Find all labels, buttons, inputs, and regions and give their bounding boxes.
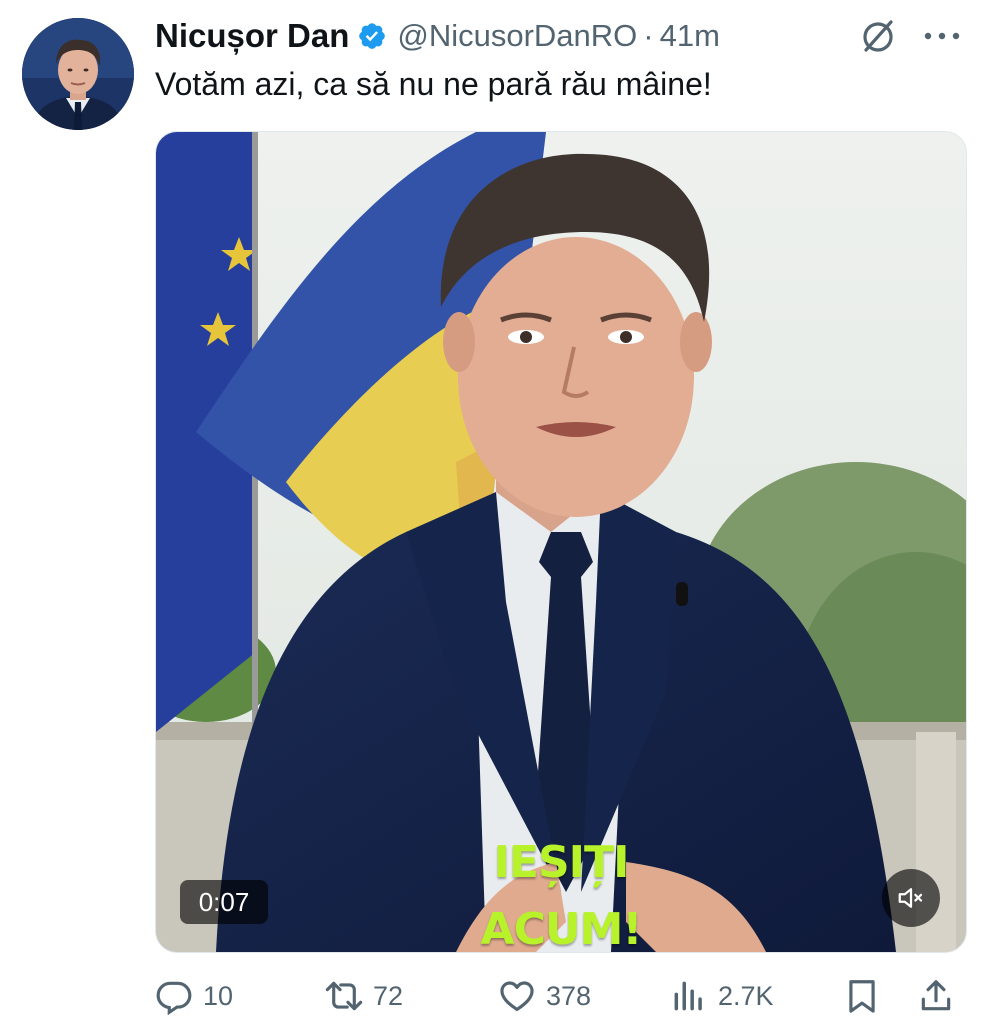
separator-dot: ·: [643, 18, 654, 53]
reply-icon: [156, 981, 192, 1015]
tweet-text: Votăm azi, ca să nu ne pară rău mâine!: [155, 66, 712, 102]
video-player[interactable]: IEȘIȚI ACUM! 0:07: [155, 131, 967, 953]
author-avatar[interactable]: [22, 18, 134, 130]
views-count: 2.7K: [718, 980, 774, 1011]
views-button[interactable]: 2.7K: [670, 972, 774, 1020]
share-button[interactable]: [917, 972, 965, 1020]
reply-button[interactable]: 10: [155, 972, 233, 1020]
reply-count: 10: [203, 980, 234, 1011]
like-button[interactable]: 378: [498, 972, 591, 1020]
verified-badge-icon[interactable]: [357, 21, 387, 51]
share-icon: [921, 980, 951, 1011]
repost-icon: [325, 981, 363, 1011]
video-caption-line1: IEȘIȚI: [493, 837, 630, 888]
like-count: 378: [546, 980, 592, 1011]
speaker-muted-icon: [898, 888, 923, 908]
author-name[interactable]: Nicușor Dan: [155, 17, 349, 55]
views-chart-icon: [674, 981, 702, 1011]
mute-toggle-button[interactable]: [882, 869, 940, 927]
tweet-actions: 10 72 378 2.7K: [155, 972, 965, 1020]
grok-icon[interactable]: [858, 16, 898, 56]
video-timecode: 0:07: [180, 880, 268, 924]
repost-button[interactable]: 72: [325, 972, 403, 1020]
author-handle[interactable]: @NicusorDanRO: [397, 18, 637, 54]
tweet-timestamp[interactable]: 41m: [660, 18, 720, 54]
video-caption-line2: ACUM!: [480, 904, 643, 953]
repost-count: 72: [373, 980, 404, 1011]
tweet-header: Nicușor Dan @NicusorDanRO · 41m: [155, 14, 720, 58]
bookmark-button[interactable]: [843, 972, 891, 1020]
more-options-icon[interactable]: [920, 24, 964, 48]
heart-icon: [500, 981, 534, 1012]
bookmark-icon: [849, 980, 875, 1013]
video-frame: [156, 132, 966, 952]
